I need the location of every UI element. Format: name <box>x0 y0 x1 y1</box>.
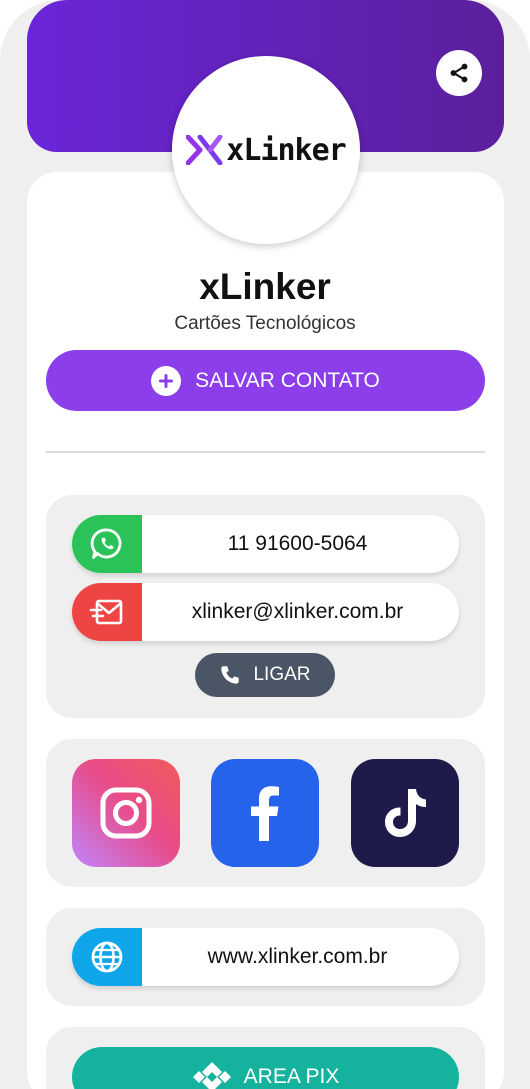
contact-panel: 11 91600-5064 xlinker@xlinker.com.br LIG… <box>46 495 485 718</box>
share-icon <box>450 63 468 83</box>
facebook-button[interactable] <box>211 759 319 867</box>
whatsapp-link[interactable]: 11 91600-5064 <box>72 515 459 573</box>
instagram-button[interactable] <box>72 759 180 867</box>
divider <box>46 451 485 453</box>
pix-label: AREA PIX <box>243 1065 340 1088</box>
tiktok-icon <box>385 789 426 837</box>
profile-name: xLinker <box>199 266 331 307</box>
call-label: LIGAR <box>253 664 311 685</box>
brand-logo: xLinker <box>186 132 347 168</box>
tiktok-button[interactable] <box>351 759 459 867</box>
save-contact-label: SALVAR CONTATO <box>195 368 380 392</box>
mail-icon <box>72 583 142 641</box>
website-panel: www.xlinker.com.br <box>46 908 485 1006</box>
pix-button[interactable]: AREA PIX <box>72 1047 459 1089</box>
website-link[interactable]: www.xlinker.com.br <box>72 928 459 986</box>
call-button[interactable]: LIGAR <box>195 653 335 697</box>
instagram-icon <box>100 787 152 839</box>
plus-icon <box>151 365 182 396</box>
social-panel <box>46 739 485 887</box>
logo-text: xLinker <box>226 132 346 168</box>
website-url: www.xlinker.com.br <box>207 945 388 968</box>
facebook-icon <box>251 786 279 841</box>
email-address: xlinker@xlinker.com.br <box>191 600 404 623</box>
whatsapp-number: 11 91600-5064 <box>227 532 368 555</box>
pix-icon <box>192 1062 231 1089</box>
save-contact-button[interactable]: SALVAR CONTATO <box>46 350 485 411</box>
email-link[interactable]: xlinker@xlinker.com.br <box>72 583 459 641</box>
avatar: xLinker <box>172 56 360 244</box>
share-button[interactable] <box>436 50 482 96</box>
profile-subtitle: Cartões Tecnológicos <box>174 313 356 334</box>
xlinker-logo-icon <box>186 135 223 165</box>
pix-panel: AREA PIX <box>46 1027 485 1089</box>
whatsapp-icon <box>72 515 142 573</box>
phone-icon <box>221 666 240 684</box>
globe-icon <box>72 928 142 986</box>
app-screen: xLinker xLinker Cartões Tecnológicos SAL… <box>0 0 530 1089</box>
